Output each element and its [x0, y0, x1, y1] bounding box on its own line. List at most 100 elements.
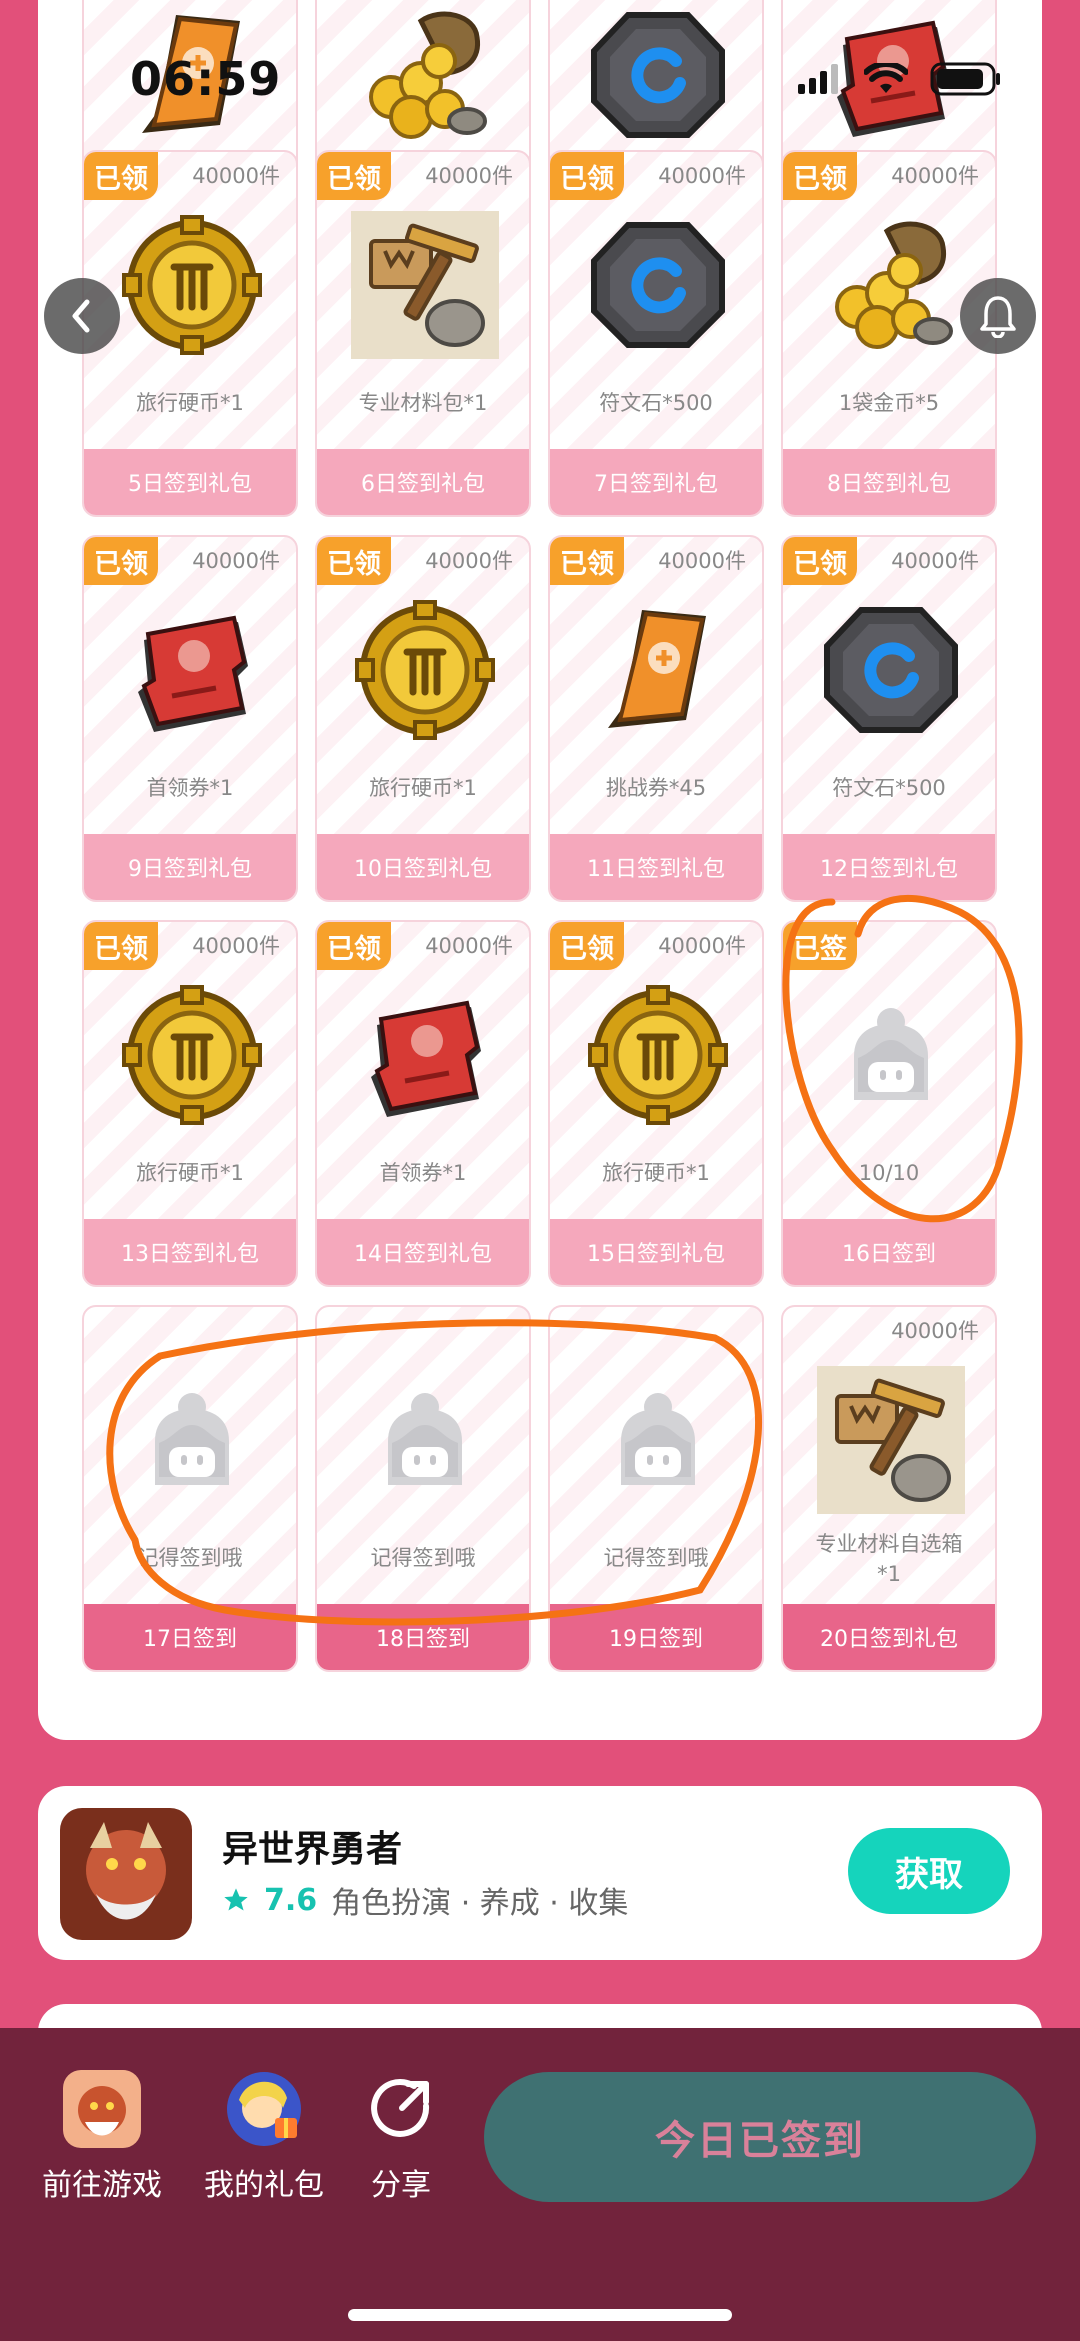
game-rating: 7.6	[264, 1882, 318, 1918]
stock-count: 40000件	[425, 164, 513, 188]
day-label: 8日签到礼包	[783, 449, 995, 515]
checkin-day-card[interactable]: 已领 40000件符文石*500 12日签到礼包	[781, 535, 997, 902]
gift-character-icon	[225, 2070, 303, 2148]
rune-stone-icon	[584, 0, 732, 150]
share-label: 分享	[371, 2168, 431, 2203]
boss-ticket-icon	[118, 595, 266, 745]
stock-count: 40000件	[192, 934, 280, 958]
stock-count: 40000件	[658, 549, 746, 573]
checkin-day-card[interactable]: 已领 40000件 挑战券*45 11日签到礼包	[548, 535, 764, 902]
get-game-button[interactable]: 获取	[848, 1828, 1010, 1914]
reward-name: 记得签到哦	[603, 1546, 709, 1570]
day-label: 12日签到礼包	[783, 834, 995, 900]
game-card[interactable]: 异世界勇者 7.6 角色扮演 · 养成 · 收集 获取	[38, 1786, 1042, 1960]
checkin-day-card[interactable]: 已领 40000件 旅行硬币*1 10日签到礼包	[315, 535, 531, 902]
reward-name: 首领券*1	[146, 776, 234, 800]
travel-coin-icon	[584, 980, 732, 1130]
day-label: 5日签到礼包	[84, 449, 296, 515]
goto-game-label: 前往游戏	[42, 2168, 162, 2203]
claimed-badge: 已领	[84, 537, 158, 585]
day-label: 17日签到	[84, 1604, 296, 1670]
game-icon[interactable]	[60, 1808, 192, 1940]
reward-name: 符文石*500	[599, 391, 713, 415]
stock-count: 40000件	[192, 164, 280, 188]
claimed-badge: 已领	[84, 152, 158, 200]
day-label: 10日签到礼包	[317, 834, 529, 900]
travel-coin-icon	[118, 980, 266, 1130]
day-label: 14日签到礼包	[317, 1219, 529, 1285]
travel-coin-icon	[351, 595, 499, 745]
checkin-day-card[interactable]: 记得签到哦 17日签到	[82, 1305, 298, 1672]
checkin-day-card[interactable]: 已签 10/10 16日签到	[781, 920, 997, 1287]
rune-stone-icon	[817, 595, 965, 745]
checkin-day-card[interactable]: 已领 40000件 旅行硬币*1 13日签到礼包	[82, 920, 298, 1287]
day-label: 9日签到礼包	[84, 834, 296, 900]
day-label: 18日签到	[317, 1604, 529, 1670]
reward-name: 旅行硬币*1	[136, 391, 244, 415]
day-label: 20日签到礼包	[783, 1604, 995, 1670]
gold-bag-icon	[351, 0, 499, 150]
mascot-placeholder-icon	[118, 1365, 266, 1515]
share-button[interactable]: 分享	[362, 2070, 440, 2204]
claimed-badge: 已领	[317, 537, 391, 585]
boss-ticket-icon	[351, 980, 499, 1130]
stock-count: 40000件	[891, 164, 979, 188]
notification-button[interactable]	[960, 278, 1036, 354]
challenge-ticket-icon	[118, 0, 266, 150]
reward-name: 符文石*500	[832, 776, 946, 800]
gold-bag-icon	[817, 210, 965, 360]
my-gifts-button[interactable]: 我的礼包	[204, 2070, 324, 2204]
bell-icon	[980, 296, 1016, 338]
reward-name: 旅行硬币*1	[136, 1161, 244, 1185]
challenge-ticket-icon	[584, 595, 732, 745]
bottom-action-bar: 前往游戏 我的礼包 分享 今日已签到	[0, 2028, 1080, 2341]
chevron-left-icon	[72, 299, 90, 333]
claimed-badge: 已领	[550, 922, 624, 970]
day-label: 16日签到	[783, 1219, 995, 1285]
checkin-day-card[interactable]: 记得签到哦 19日签到	[548, 1305, 764, 1672]
stock-count: 40000件	[891, 1319, 979, 1343]
game-tags: 角色扮演 · 养成 · 收集	[331, 1886, 629, 1921]
stock-count: 40000件	[425, 934, 513, 958]
star-icon	[224, 1888, 248, 1911]
stock-count: 40000件	[192, 549, 280, 573]
claimed-badge: 已领	[783, 152, 857, 200]
claimed-badge: 已领	[317, 152, 391, 200]
day-label: 11日签到礼包	[550, 834, 762, 900]
day-label: 7日签到礼包	[550, 449, 762, 515]
checkin-day-card[interactable]: 已领 40000件 旅行硬币*1 15日签到礼包	[548, 920, 764, 1287]
reward-name: 记得签到哦	[370, 1546, 476, 1570]
signed-today-button[interactable]: 今日已签到	[484, 2072, 1036, 2202]
claimed-badge: 已领	[783, 537, 857, 585]
checkin-day-card[interactable]: 已领 40000件首领券*1 9日签到礼包	[82, 535, 298, 902]
reward-name: 首领券*1	[379, 1161, 467, 1185]
day-label: 6日签到礼包	[317, 449, 529, 515]
checkin-day-card[interactable]: 已领 40000件首领券*1 14日签到礼包	[315, 920, 531, 1287]
checkin-day-card[interactable]: 已领 40000件符文石*500 7日签到礼包	[548, 150, 764, 517]
checkin-day-card[interactable]: 已领 40000件专业材料包*1 6日签到礼包	[315, 150, 531, 517]
material-pack-icon	[817, 1365, 965, 1515]
claimed-badge: 已领	[550, 152, 624, 200]
material-pack-icon	[351, 210, 499, 360]
back-button[interactable]	[44, 278, 120, 354]
boss-ticket-icon	[817, 0, 965, 150]
claimed-badge: 已签	[783, 922, 857, 970]
my-gifts-label: 我的礼包	[204, 2168, 324, 2203]
travel-coin-icon	[118, 210, 266, 360]
claimed-badge: 已领	[550, 537, 624, 585]
claimed-badge: 已领	[84, 922, 158, 970]
reward-name: 专业材料自选箱*1	[815, 1532, 963, 1586]
claimed-badge: 已领	[317, 922, 391, 970]
reward-name: 旅行硬币*1	[369, 776, 477, 800]
checkin-day-card[interactable]: 40000件专业材料自选箱*1 20日签到礼包	[781, 1305, 997, 1672]
goto-game-button[interactable]: 前往游戏	[42, 2070, 162, 2204]
stock-count: 40000件	[658, 164, 746, 188]
reward-name: 专业材料包*1	[358, 391, 488, 415]
share-icon	[362, 2070, 440, 2148]
day-label: 15日签到礼包	[550, 1219, 762, 1285]
reward-name: 旅行硬币*1	[602, 1161, 710, 1185]
reward-name: 10/10	[858, 1161, 920, 1185]
checkin-day-card[interactable]: 记得签到哦 18日签到	[315, 1305, 531, 1672]
mascot-placeholder-icon	[351, 1365, 499, 1515]
stock-count: 40000件	[891, 549, 979, 573]
